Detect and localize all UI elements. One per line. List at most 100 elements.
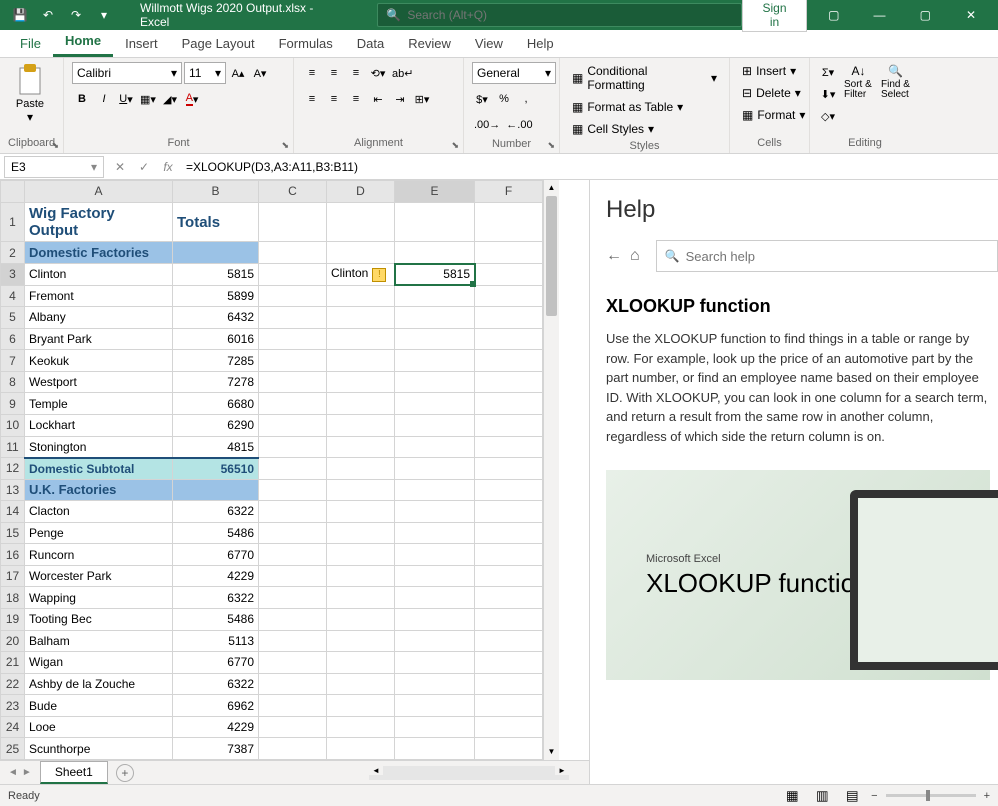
cell-A25[interactable]: Scunthorpe: [25, 738, 173, 760]
clipboard-launcher-icon[interactable]: ⬊: [51, 140, 59, 151]
cell-A22[interactable]: Ashby de la Zouche: [25, 673, 173, 695]
cell-F13[interactable]: [475, 479, 543, 501]
tell-me-input[interactable]: [407, 8, 733, 22]
cell-E1[interactable]: [395, 202, 475, 242]
cell-D25[interactable]: [327, 738, 395, 760]
cell-F16[interactable]: [475, 544, 543, 566]
error-indicator-icon[interactable]: !: [372, 268, 386, 282]
cell-E4[interactable]: [395, 285, 475, 307]
enter-formula-icon[interactable]: ✓: [132, 160, 156, 174]
row-header-22[interactable]: 22: [1, 673, 25, 695]
tab-review[interactable]: Review: [396, 30, 463, 57]
page-layout-view-icon[interactable]: ▥: [811, 787, 833, 805]
cell-C24[interactable]: [259, 716, 327, 738]
maximize-icon[interactable]: ▢: [906, 1, 944, 29]
number-launcher-icon[interactable]: ⬊: [547, 140, 555, 151]
cell-B1[interactable]: Totals: [173, 202, 259, 242]
cell-A2[interactable]: Domestic Factories: [25, 242, 173, 264]
sign-in-button[interactable]: Sign in: [742, 0, 807, 32]
cell-E20[interactable]: [395, 630, 475, 652]
row-header-25[interactable]: 25: [1, 738, 25, 760]
zoom-in-icon[interactable]: +: [984, 790, 990, 802]
cell-F20[interactable]: [475, 630, 543, 652]
cell-B23[interactable]: 6962: [173, 695, 259, 717]
cell-D21[interactable]: [327, 652, 395, 674]
cell-B13[interactable]: [173, 479, 259, 501]
cell-F17[interactable]: [475, 565, 543, 587]
tab-scroll-last-icon[interactable]: ►: [22, 767, 32, 778]
cell-A14[interactable]: Clacton: [25, 501, 173, 523]
cell-B14[interactable]: 6322: [173, 501, 259, 523]
underline-button[interactable]: U▾: [116, 89, 136, 109]
cell-D8[interactable]: [327, 371, 395, 393]
cell-C19[interactable]: [259, 609, 327, 631]
cell-A1[interactable]: Wig Factory Output: [25, 202, 173, 242]
cell-D18[interactable]: [327, 587, 395, 609]
cell-D3[interactable]: Clinton!: [327, 264, 395, 286]
cell-F5[interactable]: [475, 307, 543, 329]
merge-icon[interactable]: ⊞▾: [412, 89, 432, 109]
vertical-scrollbar[interactable]: ▲ ▼: [543, 180, 559, 760]
conditional-formatting-button[interactable]: ▦Conditional Formatting▾: [568, 62, 721, 94]
cell-A21[interactable]: Wigan: [25, 652, 173, 674]
cell-B9[interactable]: 6680: [173, 393, 259, 415]
tab-view[interactable]: View: [463, 30, 515, 57]
cell-B3[interactable]: 5815: [173, 264, 259, 286]
paste-button[interactable]: Paste ▾: [8, 62, 52, 126]
row-header-21[interactable]: 21: [1, 652, 25, 674]
cell-D7[interactable]: [327, 350, 395, 372]
cell-C23[interactable]: [259, 695, 327, 717]
help-back-icon[interactable]: ←: [606, 247, 622, 265]
tab-page-layout[interactable]: Page Layout: [170, 30, 267, 57]
cell-A24[interactable]: Looe: [25, 716, 173, 738]
cell-D6[interactable]: [327, 328, 395, 350]
cell-A20[interactable]: Balham: [25, 630, 173, 652]
ribbon-display-icon[interactable]: ▢: [815, 1, 853, 29]
close-icon[interactable]: ✕: [952, 1, 990, 29]
cell-E12[interactable]: [395, 458, 475, 480]
minimize-icon[interactable]: —: [861, 1, 899, 29]
page-break-view-icon[interactable]: ▤: [841, 787, 863, 805]
increase-decimal-icon[interactable]: .00→: [472, 115, 502, 135]
alignment-launcher-icon[interactable]: ⬊: [451, 140, 459, 151]
new-sheet-button[interactable]: +: [116, 764, 134, 782]
help-home-icon[interactable]: ⌂: [630, 247, 640, 265]
cell-A13[interactable]: U.K. Factories: [25, 479, 173, 501]
align-left-icon[interactable]: ≡: [302, 89, 322, 109]
decrease-font-icon[interactable]: A▾: [250, 63, 270, 83]
cell-A9[interactable]: Temple: [25, 393, 173, 415]
cell-B20[interactable]: 5113: [173, 630, 259, 652]
cell-C25[interactable]: [259, 738, 327, 760]
cell-B15[interactable]: 5486: [173, 522, 259, 544]
row-header-2[interactable]: 2: [1, 242, 25, 264]
orientation-icon[interactable]: ⟲▾: [368, 63, 388, 83]
cell-D23[interactable]: [327, 695, 395, 717]
cell-B6[interactable]: 6016: [173, 328, 259, 350]
cell-E3[interactable]: 5815: [395, 264, 475, 286]
cell-A5[interactable]: Albany: [25, 307, 173, 329]
cell-B16[interactable]: 6770: [173, 544, 259, 566]
row-header-16[interactable]: 16: [1, 544, 25, 566]
fx-icon[interactable]: fx: [156, 160, 180, 174]
sort-filter-button[interactable]: A↓ Sort & Filter: [842, 62, 875, 102]
cell-E5[interactable]: [395, 307, 475, 329]
percent-icon[interactable]: %: [494, 89, 514, 109]
tab-insert[interactable]: Insert: [113, 30, 170, 57]
align-top-icon[interactable]: ≡: [302, 63, 322, 83]
cell-B12[interactable]: 56510: [173, 458, 259, 480]
redo-icon[interactable]: ↷: [64, 3, 88, 27]
cell-B10[interactable]: 6290: [173, 414, 259, 436]
cell-F18[interactable]: [475, 587, 543, 609]
normal-view-icon[interactable]: ▦: [781, 787, 803, 805]
format-as-table-button[interactable]: ▦Format as Table▾: [568, 98, 687, 116]
cell-B22[interactable]: 6322: [173, 673, 259, 695]
undo-icon[interactable]: ↶: [36, 3, 60, 27]
cell-E23[interactable]: [395, 695, 475, 717]
col-header-B[interactable]: B: [173, 181, 259, 203]
cell-C4[interactable]: [259, 285, 327, 307]
cell-C17[interactable]: [259, 565, 327, 587]
cell-A12[interactable]: Domestic Subtotal: [25, 458, 173, 480]
fill-color-button[interactable]: ◢▾: [160, 89, 180, 109]
row-header-4[interactable]: 4: [1, 285, 25, 307]
row-header-24[interactable]: 24: [1, 716, 25, 738]
